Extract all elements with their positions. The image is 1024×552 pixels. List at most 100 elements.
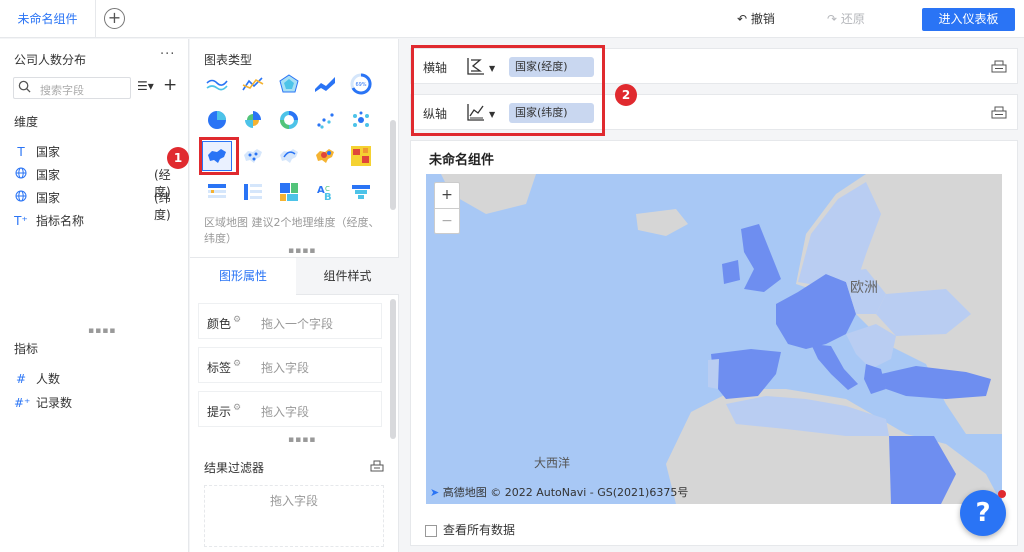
tab-component-style[interactable]: 组件样式 (296, 258, 399, 295)
redo-button[interactable]: ↷ 还原 (827, 10, 865, 27)
chart-type-line[interactable] (238, 69, 268, 99)
chart-type-range-area[interactable] (310, 69, 340, 99)
label-drop-zone[interactable]: 标签 ⚙ 拖入字段 (198, 347, 382, 383)
color-drop-zone[interactable]: 颜色 ⚙ 拖入一个字段 (198, 303, 382, 339)
number-type-icon: # (15, 372, 27, 386)
chart-type-description: 区域地图 建议2个地理维度（经度、纬度） (204, 216, 380, 245)
tooltip-placeholder: 拖入字段 (261, 405, 310, 419)
resize-handle[interactable]: ▪▪▪▪ (288, 246, 316, 256)
property-tabs: 图形属性 组件样式 (190, 257, 399, 295)
chart-type-radar[interactable] (274, 69, 304, 99)
measure-header: 指标 (14, 342, 39, 356)
chart-type-scrollbar[interactable] (390, 120, 396, 210)
zoom-in-button[interactable]: + (435, 183, 459, 208)
undo-button[interactable]: ↶ 撤销 (737, 10, 775, 27)
highlight-box-chart-type (199, 137, 239, 175)
result-filter-title: 结果过滤器 (204, 461, 265, 475)
show-all-data-checkbox[interactable]: 查看所有数据 (425, 521, 515, 538)
chart-type-heat-region-map[interactable] (310, 141, 340, 171)
checkbox-icon[interactable] (425, 524, 437, 537)
more-icon[interactable]: ··· (160, 47, 175, 62)
svg-text:B: B (324, 192, 332, 202)
show-all-label: 查看所有数据 (443, 523, 516, 537)
chart-type-table[interactable] (202, 177, 232, 207)
tab-graph-properties[interactable]: 图形属性 (190, 258, 296, 295)
dimension-field[interactable]: 国家 (经度) (14, 166, 184, 199)
highlight-box-axes (411, 45, 605, 136)
axis-settings-icon[interactable] (991, 58, 1007, 74)
dimension-header: 维度 (14, 115, 39, 129)
axis-settings-icon[interactable] (991, 104, 1007, 120)
chart-type-title: 图表类型 (204, 53, 253, 67)
zoom-out-button[interactable]: − (435, 208, 459, 233)
enter-dashboard-button[interactable]: 进入仪表板 (922, 8, 1015, 31)
redo-label: 还原 (840, 12, 865, 26)
redo-icon: ↷ (827, 12, 838, 26)
map-graphic (441, 174, 1002, 504)
chart-type-pie[interactable] (202, 105, 232, 135)
chart-type-heatmap[interactable] (346, 141, 376, 171)
step-badge-1: 1 (167, 147, 189, 169)
chart-type-bubble[interactable] (346, 105, 376, 135)
dimension-field[interactable]: 国家 (纬度) (14, 189, 184, 222)
chart-type-word-cloud[interactable]: ACB (310, 177, 340, 207)
tab-untitled-component[interactable]: 未命名组件 (0, 0, 96, 38)
undo-icon: ↶ (737, 12, 748, 26)
add-field-icon[interactable]: + (163, 75, 177, 95)
chart-type-flow-map[interactable] (274, 141, 304, 171)
settings-icon[interactable]: ⚙ (233, 403, 241, 413)
measure-field[interactable]: # 人数 (14, 370, 184, 387)
color-placeholder: 拖入一个字段 (261, 317, 334, 331)
chart-config-panel: 图表类型 69% ACB 区域地图 建议2个地理维度（经度、纬度） ▪▪▪▪ 图… (190, 39, 399, 552)
chart-type-treemap[interactable] (274, 177, 304, 207)
map-zoom-control: + − (434, 182, 460, 234)
settings-icon[interactable]: ⚙ (233, 315, 241, 325)
map-brand-logo: ➤ 高德地图 (430, 486, 487, 499)
chart-type-scatter[interactable] (310, 105, 340, 135)
filter-drop-zone[interactable]: 拖入字段 (204, 485, 384, 547)
tooltip-label: 提示 (207, 405, 232, 419)
map-label-atlantic: 大西洋 (534, 456, 571, 470)
dimension-field[interactable]: T 国家 (14, 143, 184, 160)
map-attribution: ➤ 高德地图 © 2022 AutoNavi - GS(2021)6375号 (430, 486, 689, 499)
measure-field[interactable]: #⁺ 记录数 (14, 394, 184, 411)
chart-type-area[interactable] (202, 69, 232, 99)
resize-handle[interactable]: ▪▪▪▪ (88, 326, 116, 336)
globe-icon (14, 190, 28, 205)
scrollbar[interactable] (390, 299, 396, 439)
add-tab-icon[interactable]: + (104, 8, 125, 29)
text-type-icon: T (17, 145, 25, 159)
filter-settings-icon[interactable] (370, 458, 384, 472)
svg-text:69%: 69% (355, 82, 366, 88)
notification-dot (998, 490, 1006, 498)
settings-icon[interactable]: ⚙ (233, 359, 241, 369)
component-title: 未命名组件 (429, 153, 495, 168)
datasource-title: 公司人数分布 (14, 53, 87, 67)
chart-type-point-map[interactable] (238, 141, 268, 171)
chart-type-funnel[interactable] (346, 177, 376, 207)
label-label: 标签 (207, 361, 232, 375)
region-map[interactable]: + − 欧洲 大西洋 ➤ 高德地图 © 2022 AutoNavi - GS(2… (426, 174, 1002, 504)
chart-canvas: 未命名组件 + − 欧洲 大西洋 ➤ 高德地图 © 2022 AutoNavi … (410, 140, 1018, 546)
tooltip-drop-zone[interactable]: 提示 ⚙ 拖入字段 (198, 391, 382, 427)
text-calculated-icon: T⁺ (14, 214, 28, 228)
globe-icon (14, 167, 28, 182)
filter-placeholder: 拖入字段 (269, 494, 318, 508)
top-bar: 未命名组件 + ↶ 撤销 ↷ 还原 进入仪表板 (0, 0, 1024, 38)
number-calculated-icon: #⁺ (14, 396, 31, 410)
search-placeholder: 搜索字段 (40, 84, 84, 97)
chart-type-cross-table[interactable] (238, 177, 268, 207)
chart-type-rose[interactable] (238, 105, 268, 135)
label-placeholder: 拖入字段 (261, 361, 310, 375)
data-panel: 公司人数分布 ··· 搜索字段 ☰▾ + 维度 T 国家 国家 (经度) 国家 (… (0, 39, 189, 552)
map-label-europe: 欧洲 (850, 280, 878, 296)
step-badge-2: 2 (615, 84, 637, 106)
resize-handle[interactable]: ▪▪▪▪ (288, 435, 316, 445)
search-icon (18, 80, 31, 93)
sort-fields-icon[interactable]: ☰▾ (137, 79, 154, 93)
dimension-field[interactable]: T⁺ 指标名称 (14, 212, 184, 229)
chart-type-gauge[interactable]: 69% (346, 69, 376, 99)
undo-label: 撤销 (750, 12, 775, 26)
chart-type-donut[interactable] (274, 105, 304, 135)
search-field[interactable]: 搜索字段 (13, 77, 131, 99)
